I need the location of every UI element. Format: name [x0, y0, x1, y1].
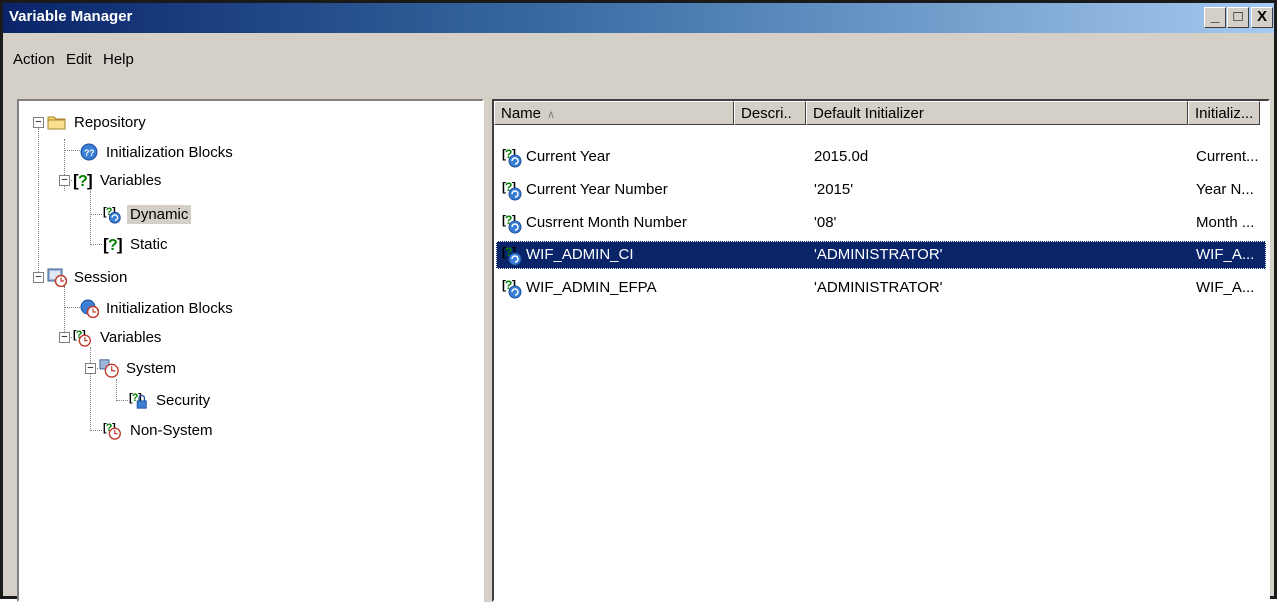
variable-tree[interactable]: − Repository ? ? Initialization Blocks −… — [17, 99, 484, 602]
table-row[interactable]: Current Year 2015.0d Current... — [496, 143, 1266, 171]
tree-item-static[interactable]: Static — [103, 233, 171, 255]
cell-default-initializer: 2015.0d — [814, 148, 869, 165]
cell-initializer: Year N... — [1196, 181, 1254, 198]
cell-name: Cusrrent Month Number — [526, 214, 687, 231]
menu-edit[interactable]: Edit — [66, 51, 92, 68]
tree-label-dynamic: Dynamic — [127, 204, 192, 224]
collapse-session-toggle[interactable]: − — [33, 272, 44, 283]
dynamic-variable-icon — [103, 204, 123, 224]
column-header-initializer-label: Initializ... — [1195, 105, 1254, 122]
tree-label-system: System — [126, 359, 177, 377]
column-header-name-label: Name — [501, 105, 542, 122]
security-variable-icon — [129, 390, 149, 410]
tree-connector-line — [64, 150, 80, 151]
sort-ascending-icon: ∧ — [547, 109, 556, 121]
column-header-description-label: Descri.. — [741, 105, 792, 122]
table-row[interactable]: Current Year Number '2015' Year N... — [496, 176, 1266, 204]
tree-connector-line — [90, 191, 91, 245]
close-button[interactable]: X — [1251, 7, 1273, 28]
cell-initializer: Current... — [1196, 148, 1259, 165]
cell-name: Current Year — [526, 148, 611, 165]
tree-item-repository[interactable]: Repository — [47, 111, 149, 133]
title-bar[interactable]: Variable Manager _ □ X — [3, 3, 1274, 33]
tree-item-non-system[interactable]: Non-System — [103, 419, 216, 441]
column-header-name[interactable]: Name ∧ — [494, 101, 734, 125]
system-variable-icon — [99, 358, 119, 378]
variable-manager-window: Variable Manager _ □ X Action Edit Help … — [0, 0, 1277, 602]
collapse-repo-variables-toggle[interactable]: − — [59, 175, 70, 186]
maximize-button[interactable]: □ — [1227, 7, 1249, 28]
cell-name: WIF_ADMIN_EFPA — [526, 279, 657, 296]
dynamic-variable-icon — [502, 277, 524, 299]
session-variable-icon — [103, 420, 123, 440]
tree-label-repository: Repository — [74, 113, 146, 131]
column-header-default-initializer[interactable]: Default Initializer — [806, 101, 1188, 125]
table-row-selected[interactable]: WIF_ADMIN_CI 'ADMINISTRATOR' WIF_A... — [496, 241, 1266, 269]
cell-name: WIF_ADMIN_CI — [526, 246, 634, 263]
tree-label-session-variables: Variables — [100, 328, 162, 346]
cell-initializer: WIF_A... — [1196, 279, 1255, 296]
dynamic-variable-icon — [502, 146, 524, 168]
tree-label-repo-init-blocks: Initialization Blocks — [106, 143, 233, 161]
tree-item-repo-init-blocks[interactable]: ? ? Initialization Blocks — [79, 141, 236, 163]
list-header: Name ∧ Descri.. Default Initializer Initi… — [494, 101, 1268, 125]
column-header-default-label: Default Initializer — [813, 105, 924, 122]
question-variable-icon — [73, 170, 93, 190]
tree-label-session: Session — [74, 268, 128, 286]
dynamic-variable-icon — [502, 244, 524, 266]
tree-connector-line — [116, 400, 128, 401]
cell-initializer: WIF_A... — [1196, 246, 1255, 263]
question-variable-icon — [103, 234, 123, 254]
tree-item-session[interactable]: Session — [47, 266, 130, 288]
initialization-block-icon: ? ? — [80, 143, 98, 161]
tree-item-session-init-blocks[interactable]: Initialization Blocks — [79, 297, 236, 319]
table-row[interactable]: WIF_ADMIN_EFPA 'ADMINISTRATOR' WIF_A... — [496, 274, 1266, 302]
collapse-system-toggle[interactable]: − — [85, 363, 96, 374]
tree-label-static: Static — [130, 235, 168, 253]
cell-default-initializer: '2015' — [814, 181, 854, 198]
svg-text:?: ? — [89, 148, 95, 158]
tree-connector-line — [90, 244, 102, 245]
tree-connector-line — [90, 214, 102, 215]
variable-list[interactable]: Name ∧ Descri.. Default Initializer Initi… — [492, 99, 1270, 602]
session-icon — [47, 268, 67, 287]
cell-default-initializer: 'ADMINISTRATOR' — [814, 279, 943, 296]
collapse-repository-toggle[interactable]: − — [33, 117, 44, 128]
tree-connector-line — [116, 379, 117, 401]
tree-item-repo-variables[interactable]: Variables — [73, 169, 164, 191]
window-title: Variable Manager — [9, 8, 133, 25]
tree-item-dynamic[interactable]: Dynamic — [103, 203, 192, 225]
tree-connector-line — [64, 307, 80, 308]
cell-name: Current Year Number — [526, 181, 668, 198]
tree-label-non-system: Non-System — [130, 421, 213, 439]
session-variable-icon — [73, 327, 93, 347]
menu-help[interactable]: Help — [103, 51, 134, 68]
menu-action[interactable]: Action — [13, 51, 55, 68]
menu-bar: Action Edit Help — [3, 33, 1274, 95]
cell-initializer: Month ... — [1196, 214, 1255, 231]
cell-default-initializer: 'ADMINISTRATOR' — [814, 246, 943, 263]
dynamic-variable-icon — [502, 212, 524, 234]
tree-label-security: Security — [156, 391, 211, 409]
column-header-initializer[interactable]: Initializ... — [1188, 101, 1260, 125]
cell-default-initializer: '08' — [814, 214, 837, 231]
tree-label-session-init-blocks: Initialization Blocks — [106, 299, 233, 317]
tree-connector-line — [38, 128, 39, 278]
dynamic-variable-icon — [502, 179, 524, 201]
collapse-session-variables-toggle[interactable]: − — [59, 332, 70, 343]
tree-item-security[interactable]: Security — [129, 389, 213, 411]
table-row[interactable]: Cusrrent Month Number '08' Month ... — [496, 209, 1266, 237]
minimize-button[interactable]: _ — [1204, 7, 1226, 28]
tree-connector-line — [90, 347, 91, 431]
session-init-block-icon — [80, 299, 99, 318]
folder-icon — [47, 116, 66, 130]
tree-item-system[interactable]: System — [99, 357, 179, 379]
tree-item-session-variables[interactable]: Variables — [73, 326, 164, 348]
column-header-description[interactable]: Descri.. — [734, 101, 806, 125]
tree-label-repo-variables: Variables — [100, 171, 162, 189]
tree-connector-line — [90, 430, 102, 431]
pane-splitter[interactable] — [484, 99, 492, 602]
